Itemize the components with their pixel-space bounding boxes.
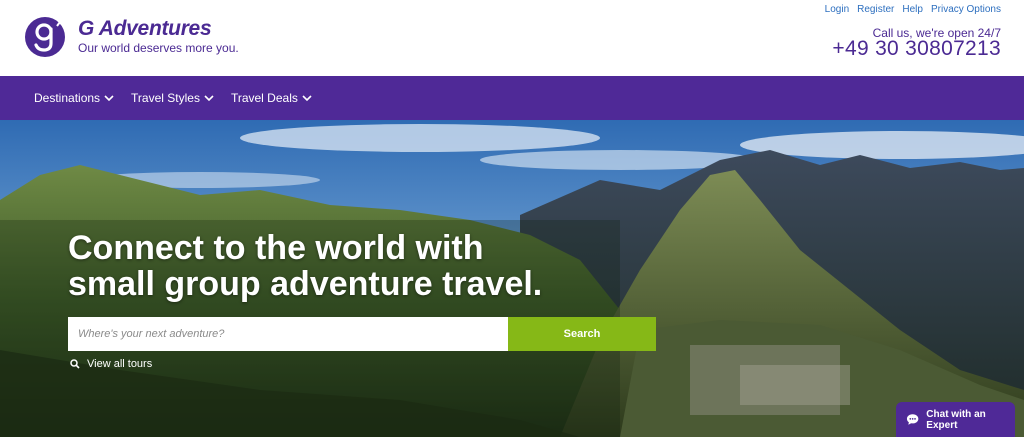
hero-headline: Connect to the world with small group ad… bbox=[68, 230, 542, 302]
chevron-down-icon bbox=[204, 94, 214, 101]
g-logo-icon bbox=[25, 17, 65, 57]
search-icon bbox=[70, 359, 80, 369]
phone-number[interactable]: +49 30 30807213 bbox=[832, 37, 1001, 61]
chat-bubble-icon bbox=[906, 414, 919, 425]
view-all-tours-label: View all tours bbox=[87, 358, 153, 370]
utility-links: Login Register Help Privacy Options bbox=[825, 4, 1001, 15]
view-all-tours-link[interactable]: View all tours bbox=[70, 358, 152, 370]
register-link[interactable]: Register bbox=[857, 4, 894, 15]
login-link[interactable]: Login bbox=[825, 4, 849, 15]
brand-logo[interactable]: G Adventures Our world deserves more you… bbox=[24, 16, 239, 58]
chat-with-expert-button[interactable]: Chat with an Expert bbox=[896, 402, 1015, 437]
chevron-down-icon bbox=[302, 94, 312, 101]
nav-label: Travel Deals bbox=[230, 91, 298, 105]
hero-banner: Connect to the world with small group ad… bbox=[0, 120, 1024, 437]
nav-label: Destinations bbox=[34, 91, 101, 105]
nav-label: Travel Styles bbox=[131, 91, 200, 105]
headline-line-2: small group adventure travel. bbox=[68, 265, 543, 303]
site-header: G Adventures Our world deserves more you… bbox=[0, 0, 1024, 76]
chat-label: Chat with an Expert bbox=[926, 408, 986, 431]
search-input[interactable] bbox=[68, 317, 508, 351]
nav-destinations[interactable]: Destinations bbox=[34, 91, 114, 105]
chevron-down-icon bbox=[104, 94, 114, 101]
privacy-options-link[interactable]: Privacy Options bbox=[931, 4, 1001, 15]
headline-line-1: Connect to the world with bbox=[68, 229, 484, 267]
help-link[interactable]: Help bbox=[902, 4, 923, 15]
brand-name: G Adventures bbox=[78, 16, 212, 40]
brand-tagline: Our world deserves more you. bbox=[78, 40, 239, 55]
nav-travel-deals[interactable]: Travel Deals bbox=[231, 91, 312, 105]
main-nav: Destinations Travel Styles Travel Deals bbox=[0, 76, 1024, 120]
nav-travel-styles[interactable]: Travel Styles bbox=[131, 91, 214, 105]
search-button[interactable]: Search bbox=[508, 317, 656, 351]
